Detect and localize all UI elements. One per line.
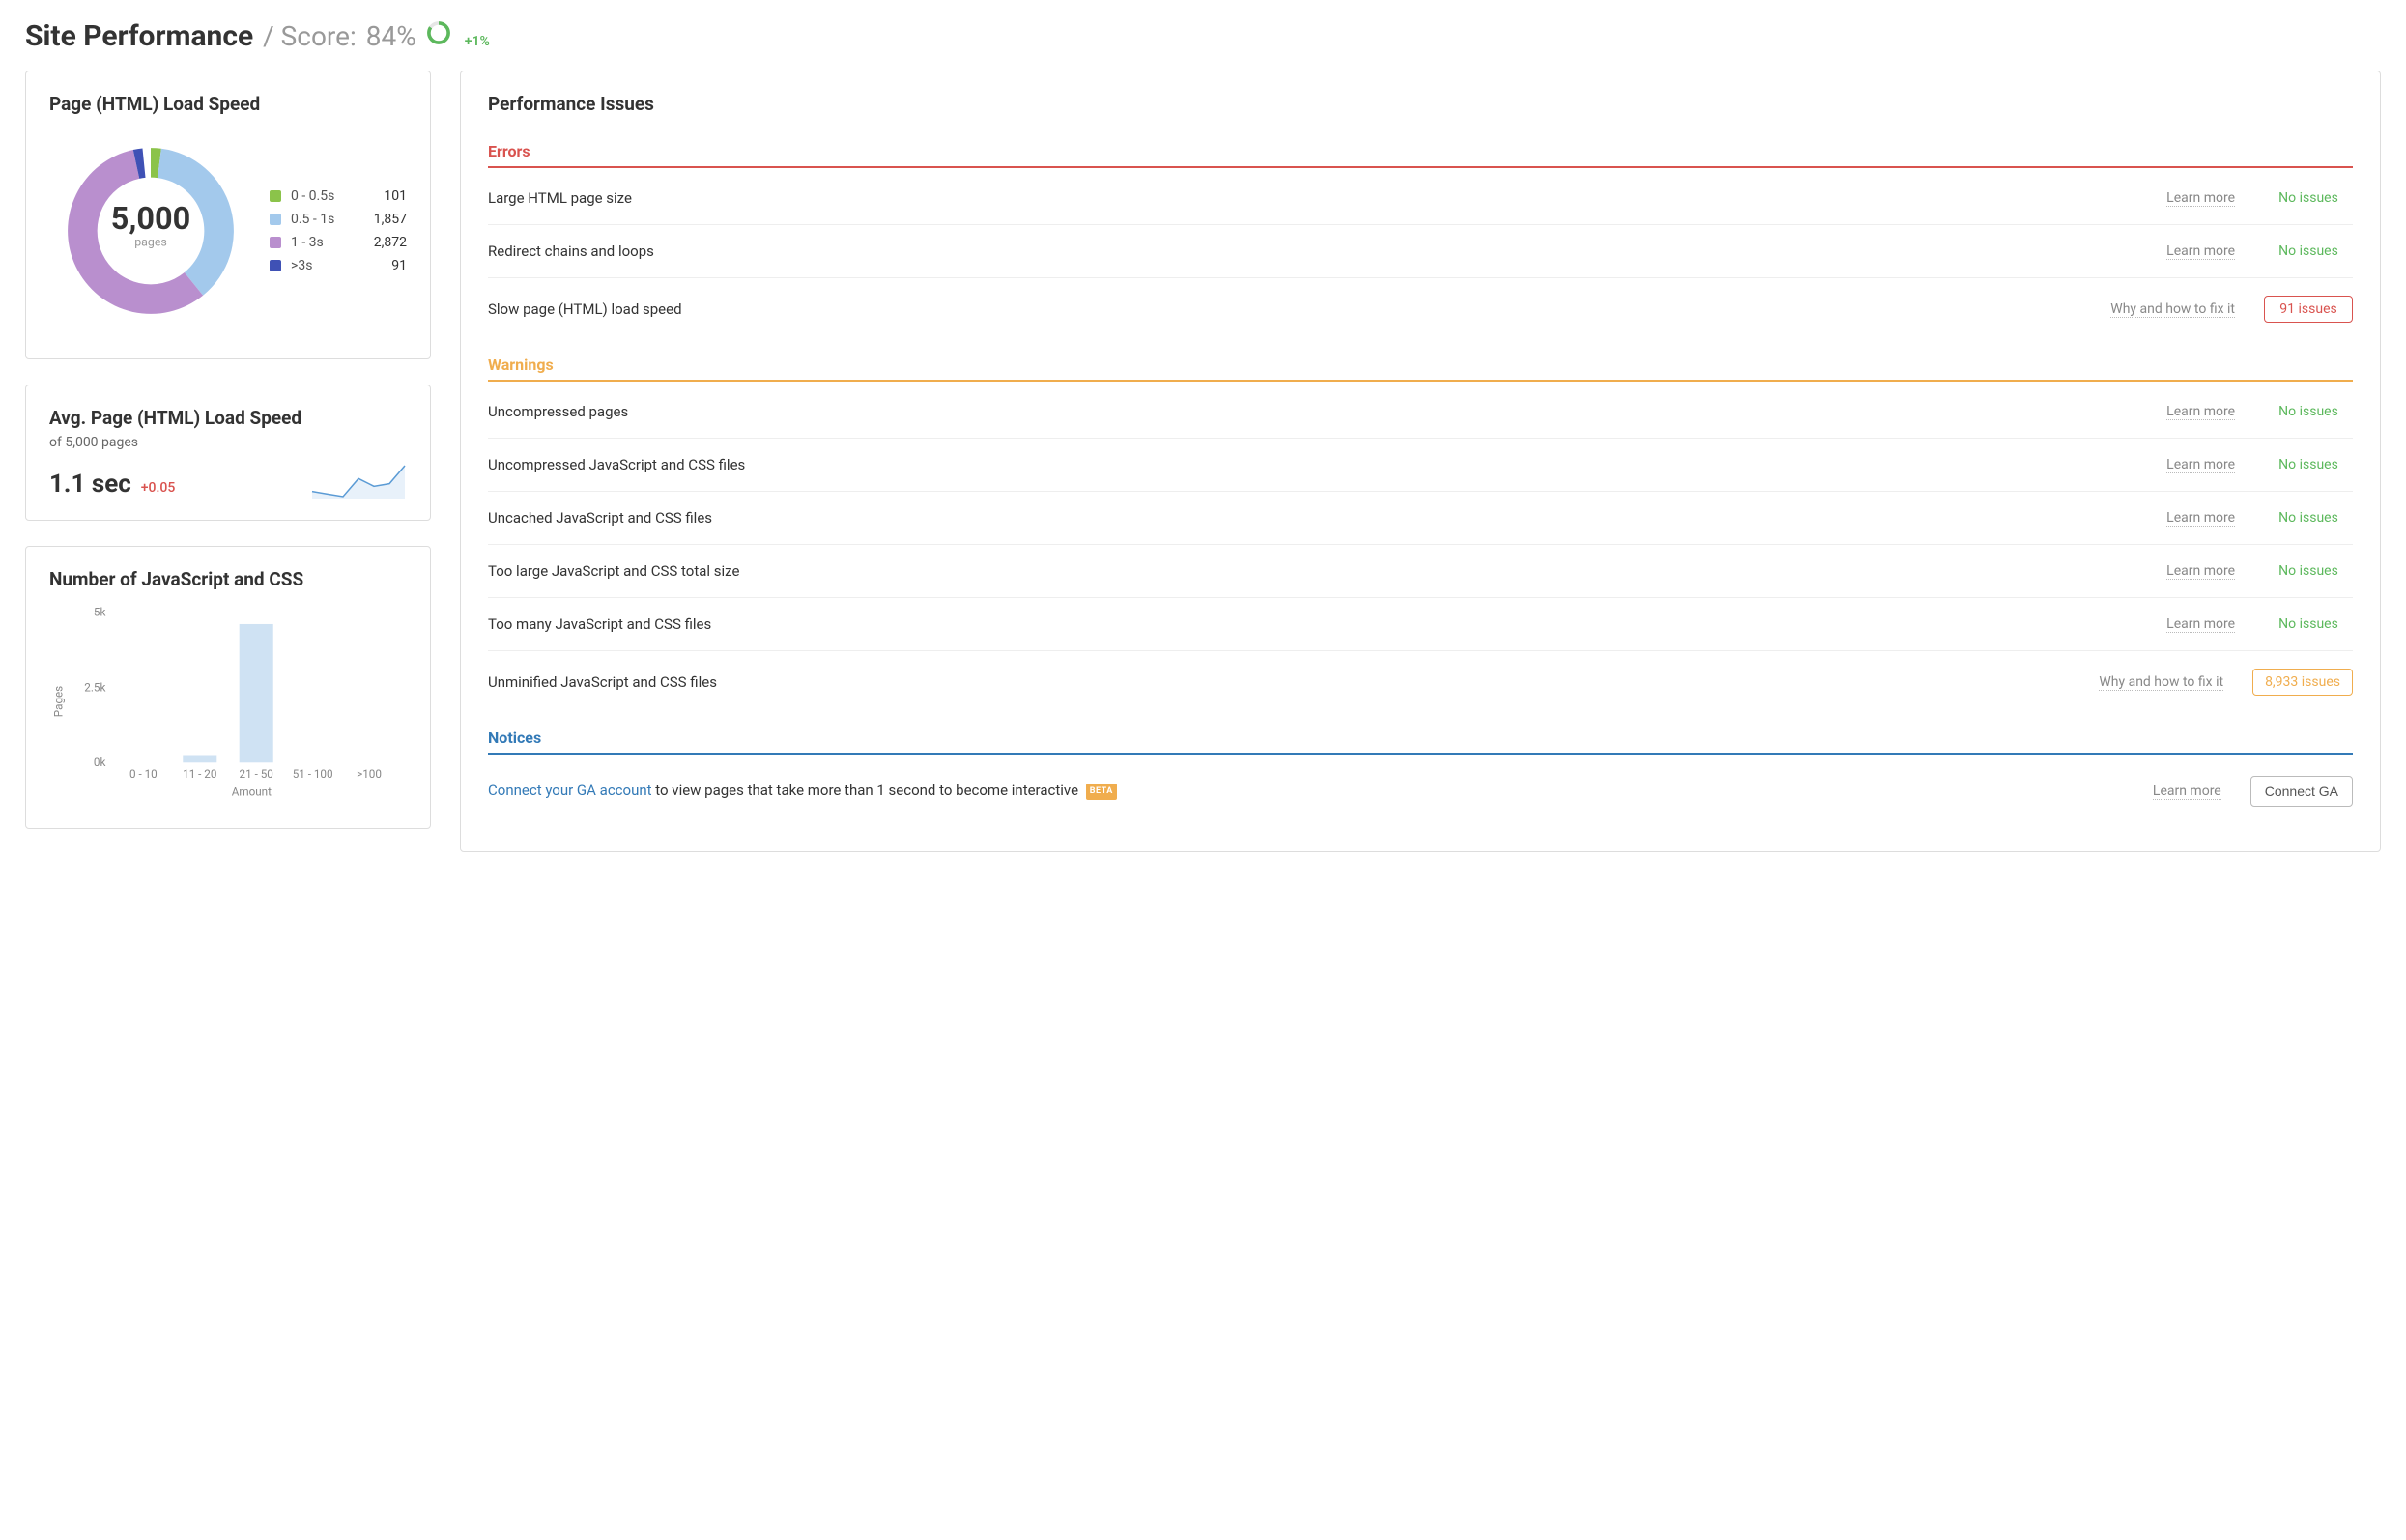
- connect-ga-link[interactable]: Connect your GA account: [488, 782, 652, 799]
- jscss-card: Number of JavaScript and CSS 0k 2.5k 5k 0 …: [25, 546, 431, 829]
- status-no-issues: No issues: [2264, 563, 2353, 579]
- bar[interactable]: [240, 624, 273, 762]
- learn-more-link[interactable]: Learn more: [2166, 190, 2235, 207]
- issue-name: Uncompressed pages: [488, 403, 2166, 420]
- ytick-label: 2.5k: [84, 680, 105, 694]
- issues-title: Performance Issues: [488, 93, 2353, 115]
- issue-count-button[interactable]: 91 issues: [2264, 296, 2353, 323]
- connect-ga-button[interactable]: Connect GA: [2250, 776, 2353, 807]
- score-delta: +1%: [465, 34, 490, 49]
- jscss-bar-chart: 0k 2.5k 5k 0 - 10 11 - 20 21 - 50 51 - 100 >10…: [49, 600, 407, 803]
- status-no-issues: No issues: [2264, 404, 2353, 419]
- issue-row: Too large JavaScript and CSS total sizeL…: [488, 545, 2353, 598]
- issue-name: Slow page (HTML) load speed: [488, 300, 2110, 318]
- legend-label: 0 - 0.5s: [291, 188, 349, 204]
- jscss-title: Number of JavaScript and CSS: [49, 568, 407, 590]
- errors-heading: Errors: [488, 142, 2353, 168]
- status-no-issues: No issues: [2264, 616, 2353, 632]
- notice-rest: to view pages that take more than 1 seco…: [652, 782, 1082, 799]
- jscss-xlabel: Amount: [232, 784, 272, 798]
- ytick-label: 5k: [94, 605, 106, 618]
- notice-learn-more-link[interactable]: Learn more: [2153, 784, 2221, 800]
- issue-row: Unminified JavaScript and CSS filesWhy a…: [488, 651, 2353, 713]
- legend-swatch: [270, 190, 281, 202]
- legend-swatch: [270, 260, 281, 271]
- score-value: 84%: [366, 20, 416, 52]
- issue-name: Large HTML page size: [488, 189, 2166, 207]
- avg-load-value: 1.1 sec: [49, 470, 131, 499]
- legend-row[interactable]: 1 - 3s 2,872: [270, 231, 407, 254]
- notices-heading: Notices: [488, 728, 2353, 755]
- issue-row: Too many JavaScript and CSS filesLearn m…: [488, 598, 2353, 651]
- notice-row: Connect your GA account to view pages th…: [488, 758, 2353, 824]
- legend-label: >3s: [291, 258, 349, 273]
- legend-swatch: [270, 214, 281, 225]
- avg-load-sparkline: [310, 464, 407, 499]
- issue-name: Too many JavaScript and CSS files: [488, 615, 2166, 633]
- learn-more-link[interactable]: Learn more: [2166, 457, 2235, 473]
- issue-name: Uncompressed JavaScript and CSS files: [488, 456, 2166, 473]
- legend-row[interactable]: >3s 91: [270, 254, 407, 277]
- issue-name: Too large JavaScript and CSS total size: [488, 562, 2166, 580]
- issue-name: Unminified JavaScript and CSS files: [488, 673, 2099, 691]
- legend-value: 101: [358, 188, 407, 204]
- learn-more-link[interactable]: Learn more: [2166, 404, 2235, 420]
- avg-load-delta: +0.05: [141, 480, 176, 496]
- score-gauge-icon: [426, 20, 451, 45]
- legend-value: 2,872: [358, 235, 407, 250]
- issue-row: Uncompressed pagesLearn more No issues: [488, 385, 2353, 439]
- xtick-label: 51 - 100: [293, 767, 333, 781]
- status-no-issues: No issues: [2264, 457, 2353, 472]
- donut-center-value: 5,000: [111, 200, 190, 237]
- learn-more-link[interactable]: Learn more: [2166, 616, 2235, 633]
- warnings-heading: Warnings: [488, 356, 2353, 382]
- issue-row: Redirect chains and loopsLearn more No is…: [488, 225, 2353, 278]
- legend-row[interactable]: 0 - 0.5s 101: [270, 185, 407, 208]
- load-speed-donut-chart: 5,000 pages: [49, 125, 252, 337]
- issue-row: Uncached JavaScript and CSS filesLearn m…: [488, 492, 2353, 545]
- jscss-ylabel: Pages: [52, 686, 66, 717]
- load-speed-card: Page (HTML) Load Speed 5,000 pages 0 - 0…: [25, 71, 431, 359]
- status-no-issues: No issues: [2264, 243, 2353, 259]
- issue-row: Large HTML page sizeLearn more No issues: [488, 172, 2353, 225]
- avg-load-speed-card: Avg. Page (HTML) Load Speed of 5,000 pag…: [25, 385, 431, 521]
- legend-row[interactable]: 0.5 - 1s 1,857: [270, 208, 407, 231]
- learn-more-link[interactable]: Learn more: [2166, 510, 2235, 527]
- issue-count-button[interactable]: 8,933 issues: [2252, 669, 2353, 696]
- issue-name: Redirect chains and loops: [488, 242, 2166, 260]
- avg-load-title: Avg. Page (HTML) Load Speed: [49, 407, 407, 429]
- legend-value: 91: [358, 258, 407, 273]
- issue-row: Uncompressed JavaScript and CSS filesLea…: [488, 439, 2353, 492]
- performance-issues-card: Performance Issues Errors Large HTML pag…: [460, 71, 2381, 852]
- xtick-label: 11 - 20: [183, 767, 216, 781]
- learn-more-link[interactable]: Learn more: [2166, 563, 2235, 580]
- beta-badge: BETA: [1086, 784, 1117, 800]
- legend-label: 0.5 - 1s: [291, 212, 349, 227]
- xtick-label: 21 - 50: [240, 767, 273, 781]
- page-header: Site Performance / Score: 84% +1%: [25, 19, 2381, 53]
- notice-text: Connect your GA account to view pages th…: [488, 779, 2153, 804]
- legend-value: 1,857: [358, 212, 407, 227]
- avg-load-subtitle: of 5,000 pages: [49, 435, 407, 450]
- xtick-label: 0 - 10: [129, 767, 158, 781]
- issue-name: Uncached JavaScript and CSS files: [488, 509, 2166, 527]
- how-to-fix-link[interactable]: Why and how to fix it: [2110, 301, 2235, 318]
- page-title: Site Performance: [25, 19, 253, 53]
- legend-label: 1 - 3s: [291, 235, 349, 250]
- load-speed-title: Page (HTML) Load Speed: [49, 93, 407, 115]
- load-speed-legend: 0 - 0.5s 101 0.5 - 1s 1,857 1 - 3s 2,872…: [270, 185, 407, 277]
- how-to-fix-link[interactable]: Why and how to fix it: [2099, 674, 2223, 691]
- donut-center-label: pages: [134, 235, 167, 249]
- bar[interactable]: [183, 756, 216, 763]
- status-no-issues: No issues: [2264, 510, 2353, 526]
- xtick-label: >100: [357, 767, 382, 781]
- issue-row: Slow page (HTML) load speedWhy and how t…: [488, 278, 2353, 340]
- score-prefix: / Score:: [263, 20, 357, 52]
- legend-swatch: [270, 237, 281, 248]
- status-no-issues: No issues: [2264, 190, 2353, 206]
- ytick-label: 0k: [94, 756, 106, 769]
- learn-more-link[interactable]: Learn more: [2166, 243, 2235, 260]
